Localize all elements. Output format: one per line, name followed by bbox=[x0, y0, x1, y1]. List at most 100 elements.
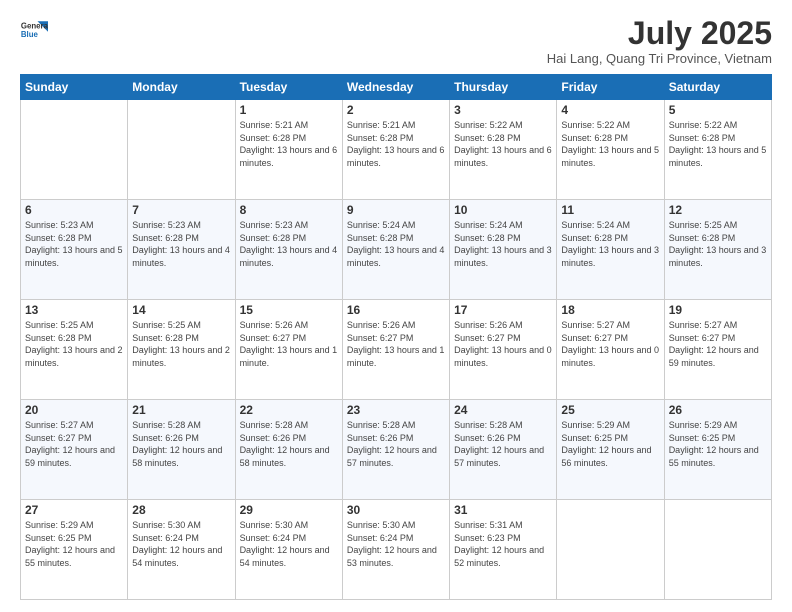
day-info: Sunrise: 5:31 AMSunset: 6:23 PMDaylight:… bbox=[454, 519, 552, 569]
logo: General Blue bbox=[20, 16, 48, 44]
calendar-cell: 26 Sunrise: 5:29 AMSunset: 6:25 PMDayligh… bbox=[664, 400, 771, 500]
day-info: Sunrise: 5:23 AMSunset: 6:28 PMDaylight:… bbox=[132, 219, 230, 269]
calendar-cell: 15 Sunrise: 5:26 AMSunset: 6:27 PMDayligh… bbox=[235, 300, 342, 400]
calendar-cell: 2Sunrise: 5:21 AMSunset: 6:28 PMDaylight… bbox=[342, 100, 449, 200]
day-info: Sunrise: 5:24 AMSunset: 6:28 PMDaylight:… bbox=[347, 219, 445, 269]
day-number: 12 bbox=[669, 203, 767, 217]
calendar-cell: 21Sunrise: 5:28 AMSunset: 6:26 PMDayligh… bbox=[128, 400, 235, 500]
calendar-cell bbox=[128, 100, 235, 200]
day-number: 28 bbox=[132, 503, 230, 517]
title-block: July 2025 Hai Lang, Quang Tri Province, … bbox=[547, 16, 772, 66]
calendar-table: Sunday Monday Tuesday Wednesday Thursday… bbox=[20, 74, 772, 600]
day-info: Sunrise: 5:25 AMSunset: 6:28 PMDaylight:… bbox=[132, 319, 230, 369]
day-number: 7 bbox=[132, 203, 230, 217]
calendar-cell: 4 Sunrise: 5:22 AMSunset: 6:28 PMDaylight… bbox=[557, 100, 664, 200]
calendar-cell: 5 Sunrise: 5:22 AMSunset: 6:28 PMDaylight… bbox=[664, 100, 771, 200]
day-info: Sunrise: 5:30 AMSunset: 6:24 PMDaylight:… bbox=[132, 519, 230, 569]
day-number: 17 bbox=[454, 303, 552, 317]
header: General Blue July 2025 Hai Lang, Quang T… bbox=[20, 16, 772, 66]
col-tuesday: Tuesday bbox=[235, 75, 342, 100]
day-number: 5 bbox=[669, 103, 767, 117]
day-info: Sunrise: 5:21 AMSunset: 6:28 PMDaylight:… bbox=[347, 119, 445, 169]
day-info: Sunrise: 5:28 AMSunset: 6:26 PMDaylight:… bbox=[347, 419, 445, 469]
week-row-5: 27Sunrise: 5:29 AMSunset: 6:25 PMDayligh… bbox=[21, 500, 772, 600]
week-row-1: 1 Sunrise: 5:21 AMSunset: 6:28 PMDaylight… bbox=[21, 100, 772, 200]
day-number: 19 bbox=[669, 303, 767, 317]
day-info: Sunrise: 5:21 AMSunset: 6:28 PMDaylight:… bbox=[240, 119, 338, 169]
col-wednesday: Wednesday bbox=[342, 75, 449, 100]
subtitle: Hai Lang, Quang Tri Province, Vietnam bbox=[547, 51, 772, 66]
calendar-cell: 10 Sunrise: 5:24 AMSunset: 6:28 PMDayligh… bbox=[450, 200, 557, 300]
day-number: 14 bbox=[132, 303, 230, 317]
calendar-cell: 30Sunrise: 5:30 AMSunset: 6:24 PMDayligh… bbox=[342, 500, 449, 600]
calendar-cell: 3Sunrise: 5:22 AMSunset: 6:28 PMDaylight… bbox=[450, 100, 557, 200]
calendar-cell: 18Sunrise: 5:27 AMSunset: 6:27 PMDayligh… bbox=[557, 300, 664, 400]
day-info: Sunrise: 5:30 AMSunset: 6:24 PMDaylight:… bbox=[347, 519, 445, 569]
calendar-cell: 7 Sunrise: 5:23 AMSunset: 6:28 PMDaylight… bbox=[128, 200, 235, 300]
day-info: Sunrise: 5:29 AMSunset: 6:25 PMDaylight:… bbox=[561, 419, 659, 469]
day-info: Sunrise: 5:30 AMSunset: 6:24 PMDaylight:… bbox=[240, 519, 338, 569]
page: General Blue July 2025 Hai Lang, Quang T… bbox=[0, 0, 792, 612]
day-info: Sunrise: 5:25 AMSunset: 6:28 PMDaylight:… bbox=[669, 219, 767, 269]
week-row-2: 6 Sunrise: 5:23 AMSunset: 6:28 PMDaylight… bbox=[21, 200, 772, 300]
calendar-cell: 17 Sunrise: 5:26 AMSunset: 6:27 PMDayligh… bbox=[450, 300, 557, 400]
main-title: July 2025 bbox=[547, 16, 772, 51]
calendar-cell: 19 Sunrise: 5:27 AMSunset: 6:27 PMDayligh… bbox=[664, 300, 771, 400]
calendar-cell: 9 Sunrise: 5:24 AMSunset: 6:28 PMDaylight… bbox=[342, 200, 449, 300]
day-info: Sunrise: 5:28 AMSunset: 6:26 PMDaylight:… bbox=[454, 419, 552, 469]
day-info: Sunrise: 5:29 AMSunset: 6:25 PMDaylight:… bbox=[25, 519, 123, 569]
day-info: Sunrise: 5:23 AMSunset: 6:28 PMDaylight:… bbox=[240, 219, 338, 269]
day-info: Sunrise: 5:28 AMSunset: 6:26 PMDaylight:… bbox=[132, 419, 230, 469]
day-number: 25 bbox=[561, 403, 659, 417]
calendar-cell: 27Sunrise: 5:29 AMSunset: 6:25 PMDayligh… bbox=[21, 500, 128, 600]
calendar-cell: 6Sunrise: 5:23 AMSunset: 6:28 PMDaylight… bbox=[21, 200, 128, 300]
day-info: Sunrise: 5:26 AMSunset: 6:27 PMDaylight:… bbox=[347, 319, 445, 369]
week-row-4: 20 Sunrise: 5:27 AMSunset: 6:27 PMDayligh… bbox=[21, 400, 772, 500]
day-number: 26 bbox=[669, 403, 767, 417]
calendar-cell bbox=[664, 500, 771, 600]
day-info: Sunrise: 5:24 AMSunset: 6:28 PMDaylight:… bbox=[454, 219, 552, 269]
calendar-cell: 13Sunrise: 5:25 AMSunset: 6:28 PMDayligh… bbox=[21, 300, 128, 400]
calendar-cell: 12 Sunrise: 5:25 AMSunset: 6:28 PMDayligh… bbox=[664, 200, 771, 300]
calendar-cell: 1 Sunrise: 5:21 AMSunset: 6:28 PMDaylight… bbox=[235, 100, 342, 200]
calendar-cell: 28 Sunrise: 5:30 AMSunset: 6:24 PMDayligh… bbox=[128, 500, 235, 600]
calendar-header-row: Sunday Monday Tuesday Wednesday Thursday… bbox=[21, 75, 772, 100]
col-friday: Friday bbox=[557, 75, 664, 100]
week-row-3: 13Sunrise: 5:25 AMSunset: 6:28 PMDayligh… bbox=[21, 300, 772, 400]
day-info: Sunrise: 5:26 AMSunset: 6:27 PMDaylight:… bbox=[240, 319, 338, 369]
calendar-cell: 16 Sunrise: 5:26 AMSunset: 6:27 PMDayligh… bbox=[342, 300, 449, 400]
col-saturday: Saturday bbox=[664, 75, 771, 100]
day-info: Sunrise: 5:26 AMSunset: 6:27 PMDaylight:… bbox=[454, 319, 552, 369]
day-number: 22 bbox=[240, 403, 338, 417]
day-number: 9 bbox=[347, 203, 445, 217]
day-number: 1 bbox=[240, 103, 338, 117]
calendar-cell: 14 Sunrise: 5:25 AMSunset: 6:28 PMDayligh… bbox=[128, 300, 235, 400]
day-number: 31 bbox=[454, 503, 552, 517]
svg-text:General: General bbox=[21, 21, 48, 30]
day-number: 29 bbox=[240, 503, 338, 517]
day-info: Sunrise: 5:29 AMSunset: 6:25 PMDaylight:… bbox=[669, 419, 767, 469]
day-info: Sunrise: 5:27 AMSunset: 6:27 PMDaylight:… bbox=[25, 419, 123, 469]
day-info: Sunrise: 5:22 AMSunset: 6:28 PMDaylight:… bbox=[561, 119, 659, 169]
day-number: 15 bbox=[240, 303, 338, 317]
calendar-cell bbox=[557, 500, 664, 600]
col-thursday: Thursday bbox=[450, 75, 557, 100]
day-number: 4 bbox=[561, 103, 659, 117]
calendar-cell: 20 Sunrise: 5:27 AMSunset: 6:27 PMDayligh… bbox=[21, 400, 128, 500]
day-number: 6 bbox=[25, 203, 123, 217]
day-number: 20 bbox=[25, 403, 123, 417]
day-number: 10 bbox=[454, 203, 552, 217]
day-info: Sunrise: 5:27 AMSunset: 6:27 PMDaylight:… bbox=[669, 319, 767, 369]
day-info: Sunrise: 5:22 AMSunset: 6:28 PMDaylight:… bbox=[669, 119, 767, 169]
calendar-cell: 29 Sunrise: 5:30 AMSunset: 6:24 PMDayligh… bbox=[235, 500, 342, 600]
day-number: 18 bbox=[561, 303, 659, 317]
calendar-cell: 31 Sunrise: 5:31 AMSunset: 6:23 PMDayligh… bbox=[450, 500, 557, 600]
day-number: 16 bbox=[347, 303, 445, 317]
logo-icon: General Blue bbox=[20, 16, 48, 44]
col-sunday: Sunday bbox=[21, 75, 128, 100]
calendar-cell: 25 Sunrise: 5:29 AMSunset: 6:25 PMDayligh… bbox=[557, 400, 664, 500]
day-info: Sunrise: 5:24 AMSunset: 6:28 PMDaylight:… bbox=[561, 219, 659, 269]
day-number: 24 bbox=[454, 403, 552, 417]
calendar-cell: 23Sunrise: 5:28 AMSunset: 6:26 PMDayligh… bbox=[342, 400, 449, 500]
day-number: 3 bbox=[454, 103, 552, 117]
